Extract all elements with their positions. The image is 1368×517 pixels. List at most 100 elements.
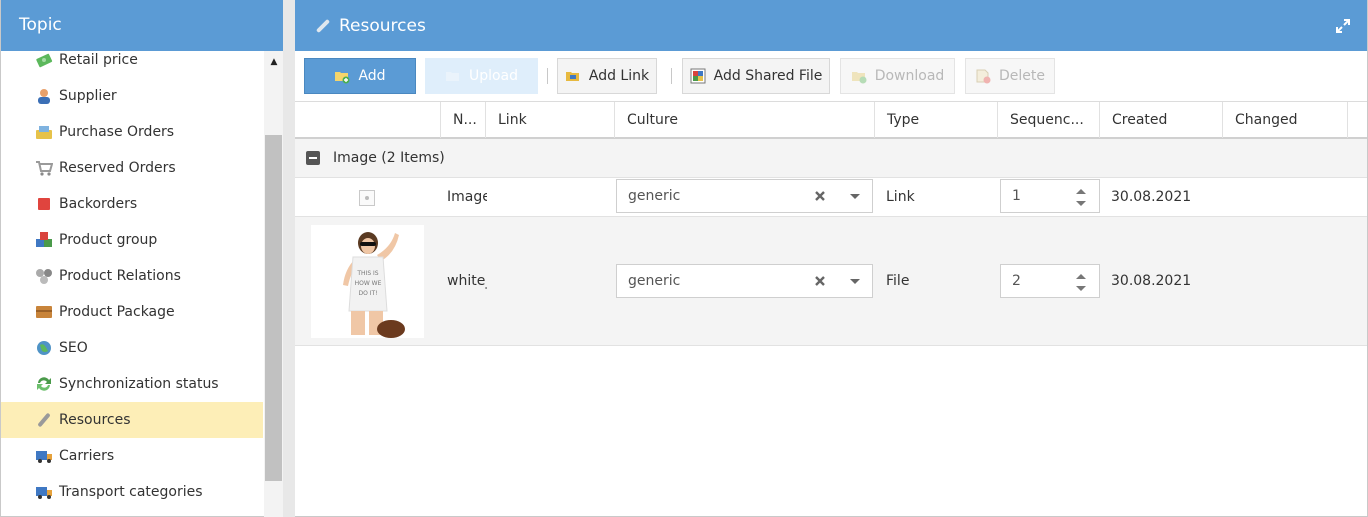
download-icon: [851, 68, 867, 84]
row-type: Link: [886, 189, 915, 205]
column-header-thumbnail[interactable]: [295, 102, 440, 138]
topic-item-transport-categories[interactable]: Transport categories: [1, 474, 263, 510]
topic-item-synchronization-status[interactable]: Synchronization status: [1, 366, 263, 402]
column-header-name[interactable]: N...: [440, 102, 485, 138]
cubes-icon: [35, 231, 53, 249]
upload-folder-icon: [445, 68, 461, 84]
topic-item-label: Reserved Orders: [59, 160, 176, 176]
svg-text:DO IT!: DO IT!: [358, 290, 377, 297]
upload-button[interactable]: Upload: [425, 58, 538, 94]
svg-text:HOW WE: HOW WE: [355, 280, 382, 287]
culture-combobox[interactable]: generic: [616, 179, 873, 213]
add-button[interactable]: Add: [304, 58, 416, 94]
link-folder-icon: [565, 68, 581, 84]
topic-item-product-group[interactable]: Product group: [1, 222, 263, 258]
group-label: Image (2 Items): [333, 150, 445, 166]
resources-toolbar: Add Upload Add Link Add Shared File Down…: [295, 51, 1367, 101]
row-created: 30.08.2021: [1111, 189, 1192, 205]
topic-item-label: Transport categories: [59, 484, 203, 500]
scrollbar-thumb[interactable]: [265, 135, 282, 481]
chevron-down-icon[interactable]: [848, 275, 862, 289]
globe-icon: [35, 339, 53, 357]
topic-item-reserved-orders[interactable]: Reserved Orders: [1, 150, 263, 186]
resources-header: Resources: [295, 0, 1367, 51]
purchase-orders-icon: [35, 123, 53, 141]
download-button[interactable]: Download: [840, 58, 955, 94]
grid-header: N... Link Culture Type Sequenc... Create…: [295, 101, 1367, 139]
topic-item-label: Synchronization status: [59, 376, 219, 392]
svg-text:THIS IS: THIS IS: [356, 270, 378, 277]
maximize-icon[interactable]: [1333, 16, 1353, 36]
add-link-button[interactable]: Add Link: [557, 58, 657, 94]
scroll-up-icon[interactable]: ▲: [264, 51, 284, 73]
shared-file-icon: [690, 68, 706, 84]
column-header-sequence[interactable]: Sequenc...: [997, 102, 1099, 138]
chevron-down-icon[interactable]: [848, 190, 862, 204]
row-name: Image: [447, 189, 487, 205]
column-header-type[interactable]: Type: [874, 102, 997, 138]
toolbar-separator: [671, 68, 672, 84]
sync-icon: [35, 375, 53, 393]
product-thumbnail[interactable]: THIS IS HOW WE DO IT!: [311, 225, 424, 338]
table-row[interactable]: Image generic Link 1 30.08.2021: [295, 178, 1367, 217]
culture-value: generic: [628, 273, 681, 289]
resources-panel: Resources Add Upload Add Link Add Shared…: [295, 0, 1368, 517]
red-square-icon: [35, 195, 53, 213]
stepper-down-icon[interactable]: [1074, 282, 1088, 294]
add-link-button-label: Add Link: [588, 68, 650, 84]
add-folder-icon: [334, 68, 350, 84]
topic-item-backorders[interactable]: Backorders: [1, 186, 263, 222]
row-changed: [1234, 217, 1344, 345]
sequence-stepper[interactable]: 2: [1000, 264, 1100, 298]
download-button-label: Download: [874, 68, 945, 84]
topic-item-label: Product Relations: [59, 268, 181, 284]
cart-icon: [35, 159, 53, 177]
column-header-changed[interactable]: Changed: [1222, 102, 1347, 138]
topic-item-resources[interactable]: Resources: [1, 402, 263, 438]
panel-splitter[interactable]: [283, 0, 295, 517]
paperclip-icon: [35, 411, 53, 429]
topic-item-product-relations[interactable]: Product Relations: [1, 258, 263, 294]
delete-icon: [975, 68, 991, 84]
row-created: 30.08.2021: [1111, 273, 1192, 289]
collapse-group-icon[interactable]: [306, 151, 320, 165]
topic-item-purchase-orders[interactable]: Purchase Orders: [1, 114, 263, 150]
topic-item-label: Resources: [59, 412, 131, 428]
topic-item-label: Backorders: [59, 196, 138, 212]
topic-item-label: Retail price: [59, 52, 138, 68]
topic-item-label: SEO: [59, 340, 88, 356]
table-row[interactable]: THIS IS HOW WE DO IT! white_ generic Fil…: [295, 217, 1367, 346]
topic-panel-title: Topic: [1, 0, 284, 51]
topic-item-label: Purchase Orders: [59, 124, 175, 140]
delete-button-label: Delete: [999, 68, 1045, 84]
relations-icon: [35, 267, 53, 285]
clear-icon[interactable]: [812, 187, 828, 205]
person-icon: [35, 87, 53, 105]
sequence-value: 1: [1012, 188, 1021, 204]
column-header-link[interactable]: Link: [485, 102, 614, 138]
topic-item-label: Carriers: [59, 448, 115, 464]
topic-item-retail-price[interactable]: Retail price: [1, 51, 263, 78]
sequence-value: 2: [1012, 273, 1021, 289]
topic-item-supplier[interactable]: Supplier: [1, 78, 263, 114]
stepper-up-icon[interactable]: [1074, 185, 1088, 197]
group-row: Image (2 Items): [295, 139, 1367, 178]
add-button-label: Add: [358, 68, 386, 84]
toolbar-separator: [547, 68, 548, 84]
stepper-up-icon[interactable]: [1074, 270, 1088, 282]
topic-item-carriers[interactable]: Carriers: [1, 438, 263, 474]
culture-combobox[interactable]: generic: [616, 264, 873, 298]
truck-icon: [35, 483, 53, 501]
topic-item-product-package[interactable]: Product Package: [1, 294, 263, 330]
paperclip-icon: [315, 18, 331, 34]
clear-icon[interactable]: [812, 272, 828, 290]
column-header-culture[interactable]: Culture: [614, 102, 874, 138]
delete-button[interactable]: Delete: [965, 58, 1055, 94]
sequence-stepper[interactable]: 1: [1000, 179, 1100, 213]
resources-title: Resources: [339, 15, 426, 36]
column-header-created[interactable]: Created: [1099, 102, 1222, 138]
add-shared-file-button[interactable]: Add Shared File: [682, 58, 830, 94]
stepper-down-icon[interactable]: [1074, 197, 1088, 209]
topic-scrollbar[interactable]: ▲: [264, 51, 284, 517]
topic-item-seo[interactable]: SEO: [1, 330, 263, 366]
